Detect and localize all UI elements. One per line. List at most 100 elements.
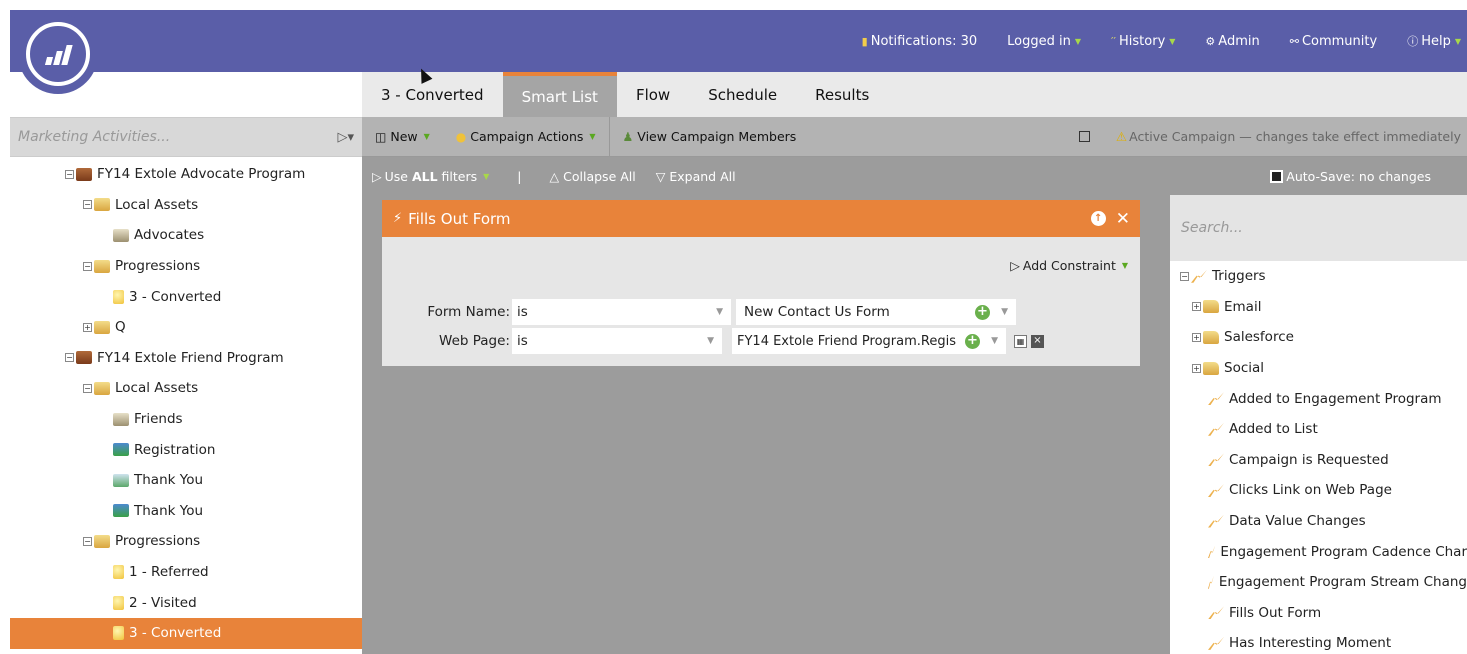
expand-toggle-icon[interactable]: +: [1192, 363, 1201, 373]
expand-toggle-icon[interactable]: +: [1192, 302, 1201, 312]
trigger-bolt-icon: ⚡: [393, 211, 403, 226]
tree-item[interactable]: Thank You: [10, 465, 362, 496]
tree-item[interactable]: − Progressions: [10, 526, 362, 557]
autosave-status: Auto-Save: no changes: [1270, 169, 1431, 184]
palette-item[interactable]: + Email: [1170, 292, 1467, 323]
move-up-icon[interactable]: ↑: [1090, 211, 1106, 226]
lookup-icon[interactable]: ▦: [1014, 334, 1027, 348]
tree-item[interactable]: Registration: [10, 434, 362, 465]
palette-item[interactable]: Added to List: [1170, 414, 1467, 445]
campaign-bulb-icon: [113, 626, 124, 641]
collapse-toggle-icon[interactable]: −: [83, 536, 92, 546]
tree-item[interactable]: − FY14 Extole Friend Program: [10, 343, 362, 374]
palette-item[interactable]: Campaign is Requested: [1170, 445, 1467, 476]
collapse-toggle-icon[interactable]: −: [83, 200, 92, 210]
folder-icon: [94, 259, 110, 273]
expand-icon: ▽: [655, 168, 666, 184]
tab-schedule[interactable]: Schedule: [689, 72, 796, 117]
palette-item[interactable]: + Salesforce: [1170, 322, 1467, 353]
tree-item[interactable]: − FY14 Extole Advocate Program: [10, 159, 362, 190]
campaign-actions-button[interactable]: ● Campaign Actions ▼: [443, 129, 609, 144]
community-link[interactable]: ⚯ Community: [1290, 34, 1377, 49]
filter-card: ⚡ Fills Out Form ↑ ✕ ▷ Add Constraint ▼ …: [382, 200, 1140, 366]
tree-item[interactable]: Thank You: [10, 496, 362, 527]
palette-item[interactable]: Engagement Program Cadence Char: [1170, 536, 1467, 567]
marketing-activities-tree: − FY14 Extole Advocate Program − Local Asse…: [10, 157, 362, 649]
toolbar-separator: |: [517, 168, 522, 184]
tab-flow[interactable]: Flow: [617, 72, 689, 117]
folder-icon: [94, 320, 110, 334]
tree-item[interactable]: 3 - Converted: [10, 281, 362, 312]
campaign-bulb-icon: [113, 289, 124, 304]
landing-page-icon: [113, 473, 129, 487]
use-all-filters-menu[interactable]: ▷ Use ALL filters ▼: [362, 169, 499, 184]
delete-constraint-icon[interactable]: ×: [1031, 334, 1044, 348]
tree-item[interactable]: − Local Assets: [10, 373, 362, 404]
palette-item-label: Social: [1224, 360, 1265, 377]
notifications-link[interactable]: ▮ Notifications: 30: [862, 34, 977, 49]
tree-item-label: Thank You: [134, 502, 204, 519]
chevron-down-icon: ▼: [589, 132, 596, 141]
trigger-icon: [1208, 392, 1224, 406]
tree-item[interactable]: Advocates: [10, 220, 362, 251]
tree-item-label: Friends: [134, 411, 183, 428]
operator-select[interactable]: is ▼: [512, 328, 722, 354]
program-icon: [76, 351, 92, 365]
save-disk-icon: [1270, 169, 1284, 183]
collapse-toggle-icon[interactable]: −: [83, 383, 92, 393]
logged-in-menu[interactable]: Logged in ▼: [1007, 34, 1081, 49]
operator-select[interactable]: is ▼: [512, 299, 731, 325]
filter-card-header[interactable]: ⚡ Fills Out Form ↑ ✕: [382, 200, 1140, 237]
history-menu[interactable]: ′′ History ▼: [1111, 34, 1175, 49]
marketo-logo[interactable]: [18, 14, 98, 94]
expand-all-button[interactable]: ▽ Expand All: [646, 169, 746, 184]
new-button[interactable]: ◫ New ▼: [362, 129, 443, 144]
web-page-value-select[interactable]: FY14 Extole Friend Program.Regis + ▼: [732, 328, 1006, 354]
palette-item[interactable]: Added to Engagement Program: [1170, 383, 1467, 414]
palette-item[interactable]: Engagement Program Stream Chang: [1170, 567, 1467, 598]
tree-item[interactable]: − Local Assets: [10, 190, 362, 221]
tree-item[interactable]: + Q: [10, 312, 362, 343]
folder-icon: [1203, 361, 1219, 375]
palette-item[interactable]: Has Interesting Moment: [1170, 628, 1467, 654]
collapse-toggle-icon[interactable]: −: [83, 261, 92, 271]
palette-item[interactable]: + Social: [1170, 353, 1467, 384]
logo-mark-icon: [26, 22, 90, 86]
collapse-icon: △: [549, 168, 560, 184]
palette-item[interactable]: Fills Out Form: [1170, 598, 1467, 629]
tree-item[interactable]: − Progressions: [10, 251, 362, 282]
collapse-all-button[interactable]: △ Collapse All: [540, 169, 646, 184]
tab-results[interactable]: Results: [796, 72, 888, 117]
admin-link[interactable]: ⚙ Admin: [1205, 34, 1259, 49]
close-icon[interactable]: ✕: [1116, 209, 1130, 229]
expand-toggle-icon[interactable]: +: [83, 322, 92, 332]
palette-item[interactable]: − Triggers: [1170, 261, 1467, 292]
add-value-icon[interactable]: +: [975, 304, 990, 320]
tree-item-label: Advocates: [134, 227, 205, 244]
tree-item-label: Progressions: [115, 533, 201, 550]
add-constraint-button[interactable]: ▷ Add Constraint ▼: [1010, 258, 1128, 273]
collapse-toggle-icon[interactable]: −: [65, 353, 74, 363]
collapse-toggle-icon[interactable]: −: [65, 169, 74, 179]
tree-item[interactable]: 2 - Visited: [10, 587, 362, 618]
tree-item[interactable]: Friends: [10, 404, 362, 435]
tree-item[interactable]: 3 - Converted: [10, 617, 362, 649]
filter-funnel-icon[interactable]: ▷▾: [337, 130, 354, 145]
tree-item[interactable]: 1 - Referred: [10, 557, 362, 588]
tab-smart-list[interactable]: Smart List: [502, 72, 617, 117]
tree-item-label: Local Assets: [115, 380, 199, 397]
expand-toggle-icon[interactable]: +: [1192, 332, 1201, 342]
window-icon[interactable]: [1078, 131, 1090, 142]
active-campaign-notice: ⚠ Active Campaign — changes take effect …: [1078, 129, 1467, 144]
collapse-toggle-icon[interactable]: −: [1180, 271, 1189, 281]
filters-search-input[interactable]: Search...: [1170, 195, 1467, 261]
filter-funnel-icon: ▷: [1010, 258, 1020, 273]
view-campaign-members-button[interactable]: ♟ View Campaign Members: [610, 129, 810, 144]
form-name-value-select[interactable]: New Contact Us Form + ▼: [736, 299, 1016, 325]
palette-item[interactable]: Clicks Link on Web Page: [1170, 475, 1467, 506]
palette-item[interactable]: Data Value Changes: [1170, 506, 1467, 537]
help-menu[interactable]: ⓘ Help ▼: [1407, 33, 1461, 49]
add-value-icon[interactable]: +: [965, 333, 980, 349]
chevron-down-icon: ▼: [1169, 36, 1176, 46]
marketing-activities-search[interactable]: Marketing Activities... ▷▾: [10, 117, 362, 157]
